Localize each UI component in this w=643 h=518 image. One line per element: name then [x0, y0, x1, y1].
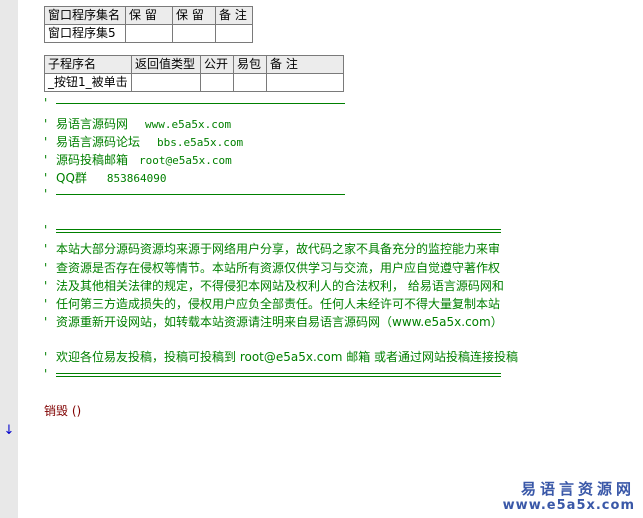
- comment-line-qq[interactable]: ' QQ群 853864090: [44, 170, 167, 187]
- public-cell[interactable]: [200, 73, 234, 92]
- assembly-table: 窗口程序集名 保 留 保 留 备 注 窗口程序集5: [44, 6, 253, 43]
- comment-line-site[interactable]: ' 易语言源码网 www.e5a5x.com: [44, 116, 231, 133]
- header-easy-package: 易包: [233, 55, 267, 74]
- subroutine-table: 子程序名 返回值类型 公开 易包 备 注 _按钮1_被单击: [44, 55, 344, 92]
- comment-double-divider: [56, 229, 501, 233]
- notice-line[interactable]: ' 查资源是否存在侵权等情节。本站所有资源仅供学习与交流，用户应自觉遵守著作权: [44, 260, 500, 277]
- current-line-arrow-icon: ↓: [3, 423, 15, 438]
- site-watermark: 易语言资源网 www.e5a5x.com: [503, 480, 635, 514]
- reserved-cell-2[interactable]: [172, 24, 216, 43]
- comment-line[interactable]: ': [44, 366, 56, 383]
- welcome-line[interactable]: ' 欢迎各位易友投稿，投稿可投稿到 root@e5a5x.com 邮箱 或者通过网…: [44, 349, 518, 366]
- comment-divider: [56, 194, 345, 195]
- return-type-cell[interactable]: [131, 73, 201, 92]
- notice-line[interactable]: ' 任何第三方造成损失的，侵权用户应负全部责任。任何人未经许可不得大量复制本站: [44, 296, 500, 313]
- comment-line-forum[interactable]: ' 易语言源码论坛 bbs.e5a5x.com: [44, 134, 243, 151]
- header-public: 公开: [200, 55, 234, 74]
- subroutine-name-cell[interactable]: _按钮1_被单击: [44, 73, 132, 92]
- notice-line[interactable]: ' 资源重新开设网站，如转载本站资源请注明来自易语言源码网（www.e5a5x.c…: [44, 314, 503, 331]
- header-subroutine-name: 子程序名: [44, 55, 132, 74]
- watermark-en: www.e5a5x.com: [502, 498, 635, 513]
- header-remark: 备 注: [266, 55, 344, 74]
- header-assembly-name: 窗口程序集名: [44, 6, 126, 25]
- easy-package-cell[interactable]: [233, 73, 267, 92]
- editor-gutter: [0, 0, 18, 518]
- header-return-type: 返回值类型: [131, 55, 201, 74]
- comment-divider: [56, 103, 345, 104]
- notice-line[interactable]: ' 法及其他相关法律的规定，不得侵犯本网站及权利人的合法权利， 给易语言源码网和: [44, 278, 504, 295]
- notice-line[interactable]: ' 本站大部分源码资源均来源于网络用户分享，故代码之家不具备充分的监控能力来审: [44, 241, 500, 258]
- comment-line[interactable]: ': [44, 222, 56, 239]
- comment-line[interactable]: ': [44, 186, 56, 203]
- destroy-command-line[interactable]: 销毁 (): [44, 403, 81, 420]
- header-remark: 备 注: [215, 6, 253, 25]
- comment-line[interactable]: ': [44, 95, 56, 112]
- subroutine-remark-cell[interactable]: [266, 73, 344, 92]
- assembly-name-cell[interactable]: 窗口程序集5: [44, 24, 126, 43]
- reserved-cell-1[interactable]: [125, 24, 173, 43]
- comment-line-email[interactable]: ' 源码投稿邮箱 root@e5a5x.com: [44, 152, 232, 169]
- header-reserved-2: 保 留: [172, 6, 216, 25]
- watermark-cn: 易语言资源网: [520, 480, 635, 498]
- remark-cell[interactable]: [215, 24, 253, 43]
- header-reserved-1: 保 留: [125, 6, 173, 25]
- comment-double-divider: [56, 373, 501, 377]
